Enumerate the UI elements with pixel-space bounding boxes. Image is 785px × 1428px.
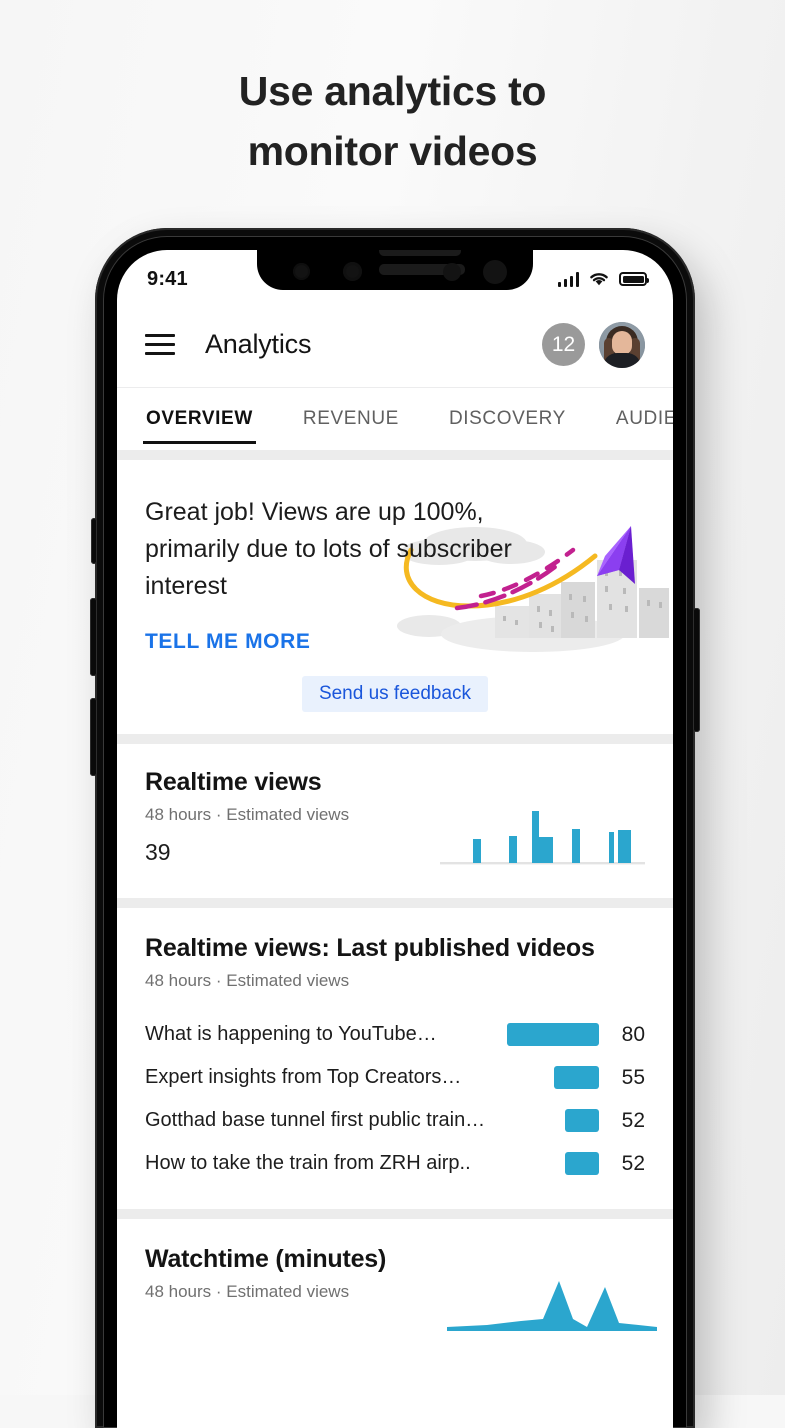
video-bar — [565, 1152, 599, 1176]
list-item[interactable]: What is happening to YouTube… 80 — [145, 1013, 645, 1056]
divider — [117, 898, 673, 909]
divider — [117, 1209, 673, 1220]
realtime-views-subtitle: 48 hours · Estimated views — [145, 805, 350, 825]
front-camera-icon — [293, 263, 310, 280]
headline-line-2: monitor videos — [247, 127, 538, 174]
feedback-row: Send us feedback — [117, 676, 673, 735]
battery-icon — [619, 272, 649, 286]
video-bar — [507, 1023, 599, 1047]
app-bar-actions: 12 — [542, 321, 645, 368]
list-item[interactable]: Gotthad base tunnel first public train… … — [145, 1099, 645, 1142]
phone-notch — [257, 250, 533, 290]
video-list: What is happening to YouTube… 80 Expert … — [145, 1013, 645, 1185]
watchtime-card[interactable]: Watchtime (minutes) 48 hours · Estimated… — [117, 1219, 673, 1332]
last-published-title: Realtime views: Last published videos — [145, 934, 595, 963]
tab-bar: OVERVIEW REVENUE DISCOVERY AUDIENCE — [117, 388, 673, 450]
tab-overview[interactable]: OVERVIEW — [143, 388, 256, 450]
dot-projector-icon — [483, 260, 507, 284]
notification-count-badge[interactable]: 12 — [542, 323, 585, 366]
video-title: Expert insights from Top Creators… — [145, 1066, 462, 1089]
video-title: Gotthad base tunnel first public train… — [145, 1109, 486, 1132]
tell-me-more-button[interactable]: TELL ME MORE — [117, 630, 338, 676]
video-value: 80 — [621, 1022, 645, 1046]
video-value: 55 — [621, 1065, 645, 1089]
headline-line-1: Use analytics to — [238, 68, 547, 114]
avatar[interactable] — [599, 321, 645, 368]
realtime-views-card[interactable]: Realtime views 48 hours · Estimated view… — [117, 744, 673, 899]
tab-revenue[interactable]: REVENUE — [300, 388, 402, 450]
volume-down-button[interactable] — [90, 698, 97, 776]
watchtime-area-chart — [447, 1281, 657, 1332]
hamburger-menu-icon[interactable] — [145, 334, 175, 355]
content-scroll-area[interactable]: Great job! Views are up 100%, primarily … — [117, 450, 673, 1428]
video-bar-cell — [495, 1066, 599, 1090]
tab-audience[interactable]: AUDIENCE — [613, 388, 673, 450]
app-title: Analytics — [205, 329, 312, 359]
video-value: 52 — [621, 1151, 645, 1175]
power-button[interactable] — [693, 608, 700, 732]
cellular-signal-icon — [557, 271, 579, 287]
realtime-views-title: Realtime views — [145, 768, 322, 797]
ambient-sensor-icon — [443, 263, 461, 281]
wifi-icon — [590, 273, 608, 286]
video-bar-cell — [495, 1109, 599, 1133]
list-item[interactable]: How to take the train from ZRH airp.. 52 — [145, 1142, 645, 1185]
watchtime-title: Watchtime (minutes) — [145, 1245, 387, 1274]
proximity-sensor-icon — [343, 262, 362, 281]
insight-message: Great job! Views are up 100%, primarily … — [145, 498, 512, 600]
phone-screen: 9:41 Analytics 12 OVERVIEW REVENUE DISCO… — [117, 250, 673, 1428]
silent-switch-button[interactable] — [91, 518, 97, 564]
divider — [117, 450, 673, 460]
app-bar: Analytics 12 — [117, 302, 673, 388]
volume-up-button[interactable] — [90, 598, 97, 676]
phone-mockup: 9:41 Analytics 12 OVERVIEW REVENUE DISCO… — [90, 228, 700, 1428]
status-indicators — [557, 271, 649, 287]
last-published-subtitle: 48 hours · Estimated views — [145, 971, 350, 991]
video-value: 52 — [621, 1108, 645, 1132]
divider — [117, 734, 673, 745]
last-published-videos-card: Realtime views: Last published videos 48… — [117, 908, 673, 1210]
list-item[interactable]: Expert insights from Top Creators… 55 — [145, 1056, 645, 1099]
video-bar-cell — [495, 1023, 599, 1047]
status-clock: 9:41 — [147, 267, 188, 290]
earpiece-grille — [379, 250, 461, 256]
video-title: How to take the train from ZRH airp.. — [145, 1152, 471, 1175]
video-bar — [554, 1066, 599, 1090]
page-title: Use analytics to monitor videos — [0, 62, 785, 182]
insight-card: Great job! Views are up 100%, primarily … — [117, 460, 673, 735]
video-title: What is happening to YouTube… — [145, 1023, 437, 1046]
video-bar — [565, 1109, 599, 1133]
video-bar-cell — [495, 1152, 599, 1176]
tab-discovery[interactable]: DISCOVERY — [446, 388, 569, 450]
realtime-views-sparkline — [440, 811, 645, 865]
send-feedback-button[interactable]: Send us feedback — [301, 676, 489, 713]
realtime-views-value: 39 — [145, 839, 171, 866]
